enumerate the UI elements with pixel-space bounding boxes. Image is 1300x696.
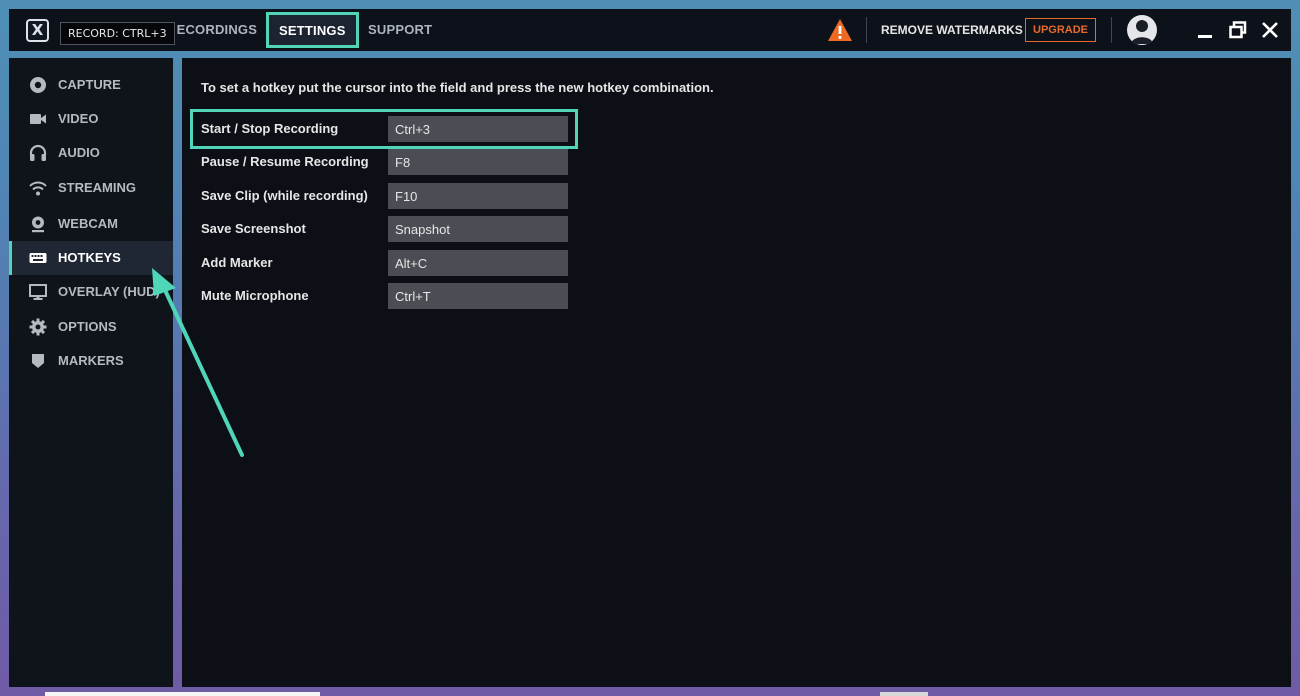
top-bar: X RECORDINGS RECORD: CTRL+3 SETTINGS SUP… [9, 9, 1291, 51]
record-icon [30, 77, 46, 93]
keyboard-icon [29, 253, 47, 263]
sidebar-item-label: VIDEO [58, 111, 99, 126]
sidebar-item-label: OVERLAY (HUD) [58, 284, 160, 299]
sidebar-item-webcam[interactable]: WEBCAM [9, 207, 173, 241]
tab-support[interactable]: SUPPORT [368, 9, 432, 51]
hotkey-label-pause-resume: Pause / Resume Recording [201, 154, 369, 169]
sidebar-item-label: OPTIONS [58, 319, 117, 334]
hotkeys-panel: To set a hotkey put the cursor into the … [182, 58, 1291, 687]
sidebar-item-options[interactable]: OPTIONS [9, 310, 173, 344]
sidebar-item-audio[interactable]: AUDIO [9, 136, 173, 170]
sidebar-item-label: CAPTURE [58, 77, 121, 92]
remove-watermarks-link[interactable]: REMOVE WATERMARKS [881, 9, 1023, 51]
hotkey-input-save-screenshot[interactable] [388, 216, 568, 242]
hotkey-label-save-screenshot: Save Screenshot [201, 221, 306, 236]
divider [1111, 17, 1112, 43]
taskbar-strip [45, 692, 320, 696]
hotkey-input-save-clip[interactable] [388, 183, 568, 209]
sidebar-item-overlay[interactable]: OVERLAY (HUD) [9, 275, 173, 309]
hotkey-input-start-stop[interactable] [388, 116, 568, 142]
sidebar-item-streaming[interactable]: STREAMING [9, 171, 173, 205]
sidebar-item-video[interactable]: VIDEO [9, 102, 173, 136]
divider [866, 17, 867, 43]
upgrade-button[interactable]: UPGRADE [1025, 18, 1097, 42]
hotkey-input-pause-resume[interactable] [388, 149, 568, 175]
shield-icon [32, 354, 44, 368]
hotkey-label-mute-microphone: Mute Microphone [201, 288, 309, 303]
hotkey-label-save-clip: Save Clip (while recording) [201, 188, 368, 203]
hotkey-label-add-marker: Add Marker [201, 255, 273, 270]
hotkey-input-mute-microphone[interactable] [388, 283, 568, 309]
app-logo-icon[interactable]: X [26, 19, 49, 42]
hotkey-input-add-marker[interactable] [388, 250, 568, 276]
tab-settings[interactable]: SETTINGS [266, 12, 359, 48]
sidebar-item-capture[interactable]: CAPTURE [9, 68, 173, 102]
tab-settings-label: SETTINGS [279, 23, 346, 38]
webcam-icon [32, 216, 44, 233]
sidebar-item-label: STREAMING [58, 180, 136, 195]
tab-recordings-label: RECORDINGS [167, 22, 258, 37]
minimize-icon[interactable] [1195, 20, 1215, 40]
sidebar-item-hotkeys[interactable]: HOTKEYS [9, 241, 173, 275]
video-camera-icon [30, 114, 46, 124]
sidebar-item-markers[interactable]: MARKERS [9, 344, 173, 378]
sidebar-item-label: HOTKEYS [58, 250, 121, 265]
monitor-icon [29, 284, 47, 300]
wifi-icon [29, 181, 47, 196]
taskbar-strip [880, 692, 928, 696]
close-icon[interactable] [1260, 20, 1280, 40]
tab-recordings[interactable]: RECORDINGS [167, 9, 258, 51]
tab-support-label: SUPPORT [368, 22, 433, 37]
headphones-icon [29, 144, 47, 161]
gear-icon [29, 318, 47, 336]
record-hotkey-tooltip: RECORD: CTRL+3 [60, 22, 175, 45]
user-avatar-icon[interactable] [1127, 15, 1157, 45]
sidebar-item-label: WEBCAM [58, 216, 118, 231]
sidebar: CAPTURE VIDEO AUDIO STREAMING WEBCAM HOT… [9, 58, 173, 687]
restore-icon[interactable] [1228, 20, 1248, 40]
warning-icon[interactable] [827, 18, 853, 42]
sidebar-item-label: AUDIO [58, 145, 100, 160]
hotkey-label-start-stop: Start / Stop Recording [201, 121, 339, 136]
sidebar-item-label: MARKERS [58, 353, 124, 368]
hotkey-instructions: To set a hotkey put the cursor into the … [201, 80, 714, 95]
